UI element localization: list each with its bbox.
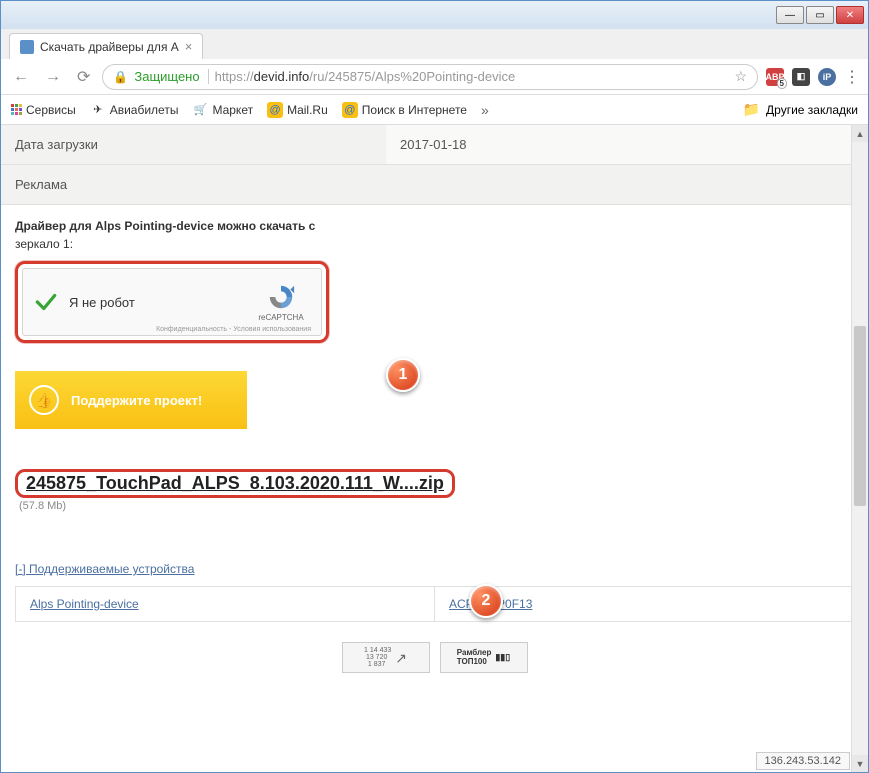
browser-toolbar: ← → ⟳ 🔒 Защищено https://devid.info/ru/2…: [1, 59, 868, 95]
recaptcha-highlight: Я не робот reCAPTCHA Конфиденциальность …: [15, 261, 329, 343]
mirror-label: зеркало 1:: [15, 237, 854, 251]
liveinternet-badge[interactable]: 1 14 433 13 720 1 837↗: [342, 642, 430, 673]
folder-icon: 📁: [743, 101, 760, 118]
support-project-button[interactable]: 👍 Поддержите проект!: [15, 371, 247, 429]
upload-date-value: 2017-01-18: [386, 125, 868, 164]
recaptcha-widget[interactable]: Я не робот reCAPTCHA Конфиденциальность …: [22, 268, 322, 336]
file-size-label: (57.8 Mb): [19, 500, 854, 512]
scroll-track[interactable]: [852, 142, 868, 755]
bookmark-label: Другие закладки: [766, 103, 858, 117]
url-text: https://devid.info/ru/245875/Alps%20Poin…: [215, 69, 729, 84]
browser-tab[interactable]: Скачать драйверы для A ×: [9, 33, 203, 59]
apps-shortcut[interactable]: Сервисы: [11, 103, 76, 117]
adblock-extension-icon[interactable]: ABP: [766, 68, 784, 86]
at-icon: @: [267, 102, 283, 118]
footer-badges: 1 14 433 13 720 1 837↗ Рамблер ТОП100▮▮▯: [1, 642, 868, 673]
supported-toggle[interactable]: [-] Поддерживаемые устройства: [15, 562, 854, 576]
recaptcha-logo: reCAPTCHA: [251, 282, 311, 322]
minimize-button[interactable]: —: [776, 6, 804, 24]
page-content: Дата загрузки 2017-01-18 Реклама Драйвер…: [1, 125, 868, 772]
download-section: Драйвер для Alps Pointing-device можно с…: [1, 205, 868, 522]
extension-icon[interactable]: ◧: [792, 68, 810, 86]
other-bookmarks[interactable]: 📁 Другие закладки: [743, 101, 858, 118]
ip-address-label: 136.243.53.142: [756, 752, 850, 770]
close-window-button[interactable]: ✕: [836, 6, 864, 24]
supported-devices-section: [-] Поддерживаемые устройства Alps Point…: [1, 562, 868, 622]
ad-label: Реклама: [1, 165, 868, 204]
thumbs-up-icon: 👍: [29, 385, 59, 415]
bookmarks-bar: Сервисы ✈ Авиабилеты 🛒 Маркет @ Mail.Ru @ По…: [1, 95, 868, 125]
maximize-button[interactable]: ▭: [806, 6, 834, 24]
bookmark-mailru[interactable]: @ Mail.Ru: [267, 102, 328, 118]
bookmarks-overflow[interactable]: »: [481, 102, 489, 118]
browser-window: — ▭ ✕ Скачать драйверы для A × ← → ⟳ 🔒 З…: [0, 0, 869, 773]
upload-date-label: Дата загрузки: [1, 125, 386, 164]
support-label: Поддержите проект!: [71, 393, 202, 408]
recaptcha-logo-icon: [266, 282, 296, 312]
address-bar[interactable]: 🔒 Защищено https://devid.info/ru/245875/…: [102, 64, 758, 90]
at-icon: @: [342, 102, 358, 118]
recaptcha-checkmark-icon: [33, 289, 59, 315]
bookmark-label: Авиабилеты: [110, 103, 179, 117]
bookmark-label: Mail.Ru: [287, 103, 328, 117]
info-row-ad: Реклама: [1, 165, 868, 205]
tab-favicon: [20, 40, 34, 54]
vertical-scrollbar[interactable]: ▲ ▼: [851, 125, 868, 772]
bookmark-search[interactable]: @ Поиск в Интернете: [342, 102, 467, 118]
secure-label: Защищено: [134, 69, 208, 84]
bookmark-market[interactable]: 🛒 Маркет: [192, 102, 253, 118]
close-tab-icon[interactable]: ×: [185, 39, 193, 54]
info-row-date: Дата загрузки 2017-01-18: [1, 125, 868, 165]
callout-badge-1: 1: [386, 358, 420, 392]
back-button[interactable]: ←: [9, 66, 33, 88]
bookmark-label: Поиск в Интернете: [362, 103, 467, 117]
scroll-thumb[interactable]: [854, 326, 866, 506]
rambler-badge[interactable]: Рамблер ТОП100▮▮▯: [440, 642, 528, 673]
recaptcha-label: Я не робот: [69, 295, 251, 310]
recaptcha-footer-links[interactable]: Конфиденциальность - Условия использован…: [156, 326, 311, 333]
forward-button[interactable]: →: [41, 66, 65, 88]
recaptcha-brand-text: reCAPTCHA: [251, 313, 311, 322]
apps-grid-icon: [11, 104, 22, 115]
supported-table: Alps Pointing-device ACPI\PNP0F13: [15, 586, 854, 622]
tab-strip: Скачать драйверы для A ×: [1, 29, 868, 59]
cart-icon: 🛒: [192, 102, 208, 118]
scroll-up-button[interactable]: ▲: [852, 125, 868, 142]
reload-button[interactable]: ⟳: [73, 65, 94, 89]
bookmark-star-icon[interactable]: ☆: [734, 68, 747, 85]
window-titlebar: — ▭ ✕: [1, 1, 868, 29]
lock-icon: 🔒: [113, 70, 128, 84]
tab-title: Скачать драйверы для A: [40, 40, 179, 54]
device-link[interactable]: Alps Pointing-device: [16, 587, 435, 621]
bookmark-label: Сервисы: [26, 103, 76, 117]
download-file-link[interactable]: 245875_TouchPad_ALPS_8.103.2020.111_W...…: [26, 473, 444, 493]
bookmark-label: Маркет: [212, 103, 253, 117]
browser-menu-button[interactable]: ⋮: [844, 67, 860, 87]
callout-badge-2: 2: [469, 584, 503, 618]
download-heading: Драйвер для Alps Pointing-device можно с…: [15, 219, 854, 233]
scroll-down-button[interactable]: ▼: [852, 755, 868, 772]
download-link-wrap: 245875_TouchPad_ALPS_8.103.2020.111_W...…: [15, 469, 455, 498]
download-link-highlight: 245875_TouchPad_ALPS_8.103.2020.111_W...…: [15, 469, 455, 498]
ip-extension-icon[interactable]: iP: [818, 68, 836, 86]
bookmark-avia[interactable]: ✈ Авиабилеты: [90, 102, 179, 118]
plane-icon: ✈: [90, 102, 106, 118]
